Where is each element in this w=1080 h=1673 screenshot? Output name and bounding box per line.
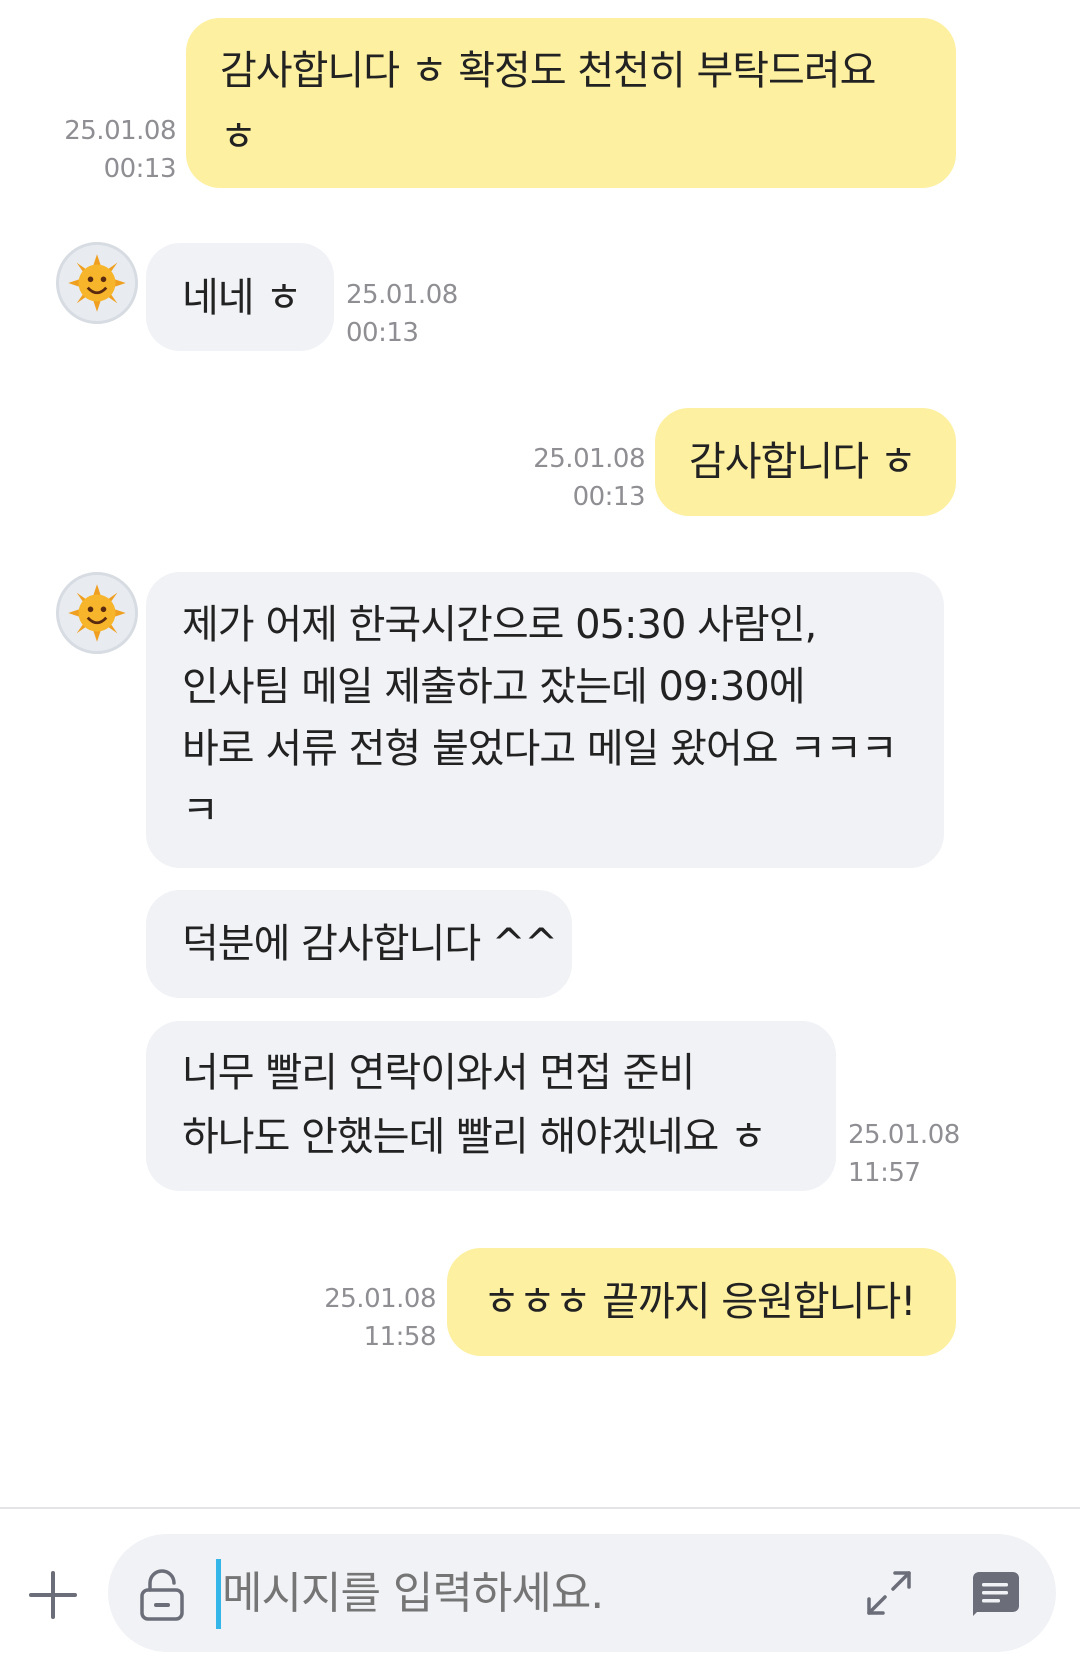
- message-text-line: 감사합니다 ㅎ: [689, 439, 917, 485]
- timestamp-time: 00:13: [572, 482, 646, 512]
- chat-icon[interactable]: [971, 1570, 1021, 1618]
- timestamp-time: 00:13: [346, 318, 419, 348]
- message-text-line: 감사합니다 ㅎ 확정도 천천히 부탁드려요: [220, 48, 876, 94]
- message-composer: [108, 1534, 1056, 1652]
- timestamp-date: 25.01.08: [848, 1120, 960, 1150]
- message-text-line: 바로 서류 전형 붙었다고 메일 왔어요 ㅋㅋㅋ: [182, 726, 898, 772]
- incoming-message-bubble[interactable]: 덕분에 감사합니다 ^^: [146, 890, 572, 998]
- incoming-message-bubble[interactable]: 네네 ㅎ: [146, 243, 334, 351]
- message-input[interactable]: [222, 1554, 782, 1634]
- message-text-line: 제가 어제 한국시간으로 05:30 사람인,: [182, 602, 817, 648]
- incoming-message-bubble[interactable]: 제가 어제 한국시간으로 05:30 사람인, 인사팀 메일 제출하고 잤는데 …: [146, 572, 944, 868]
- plus-icon[interactable]: [26, 1568, 80, 1622]
- message-text-line: 네네 ㅎ: [182, 275, 302, 321]
- outgoing-message-bubble[interactable]: 감사합니다 ㅎ: [655, 408, 956, 516]
- message-text-line: 덕분에 감사합니다 ^^: [182, 921, 558, 967]
- outgoing-message-bubble[interactable]: ㅎㅎㅎ 끝까지 응원합니다!: [447, 1248, 956, 1356]
- message-timestamp: 25.01.08 00:13: [500, 440, 645, 516]
- message-text-line: 너무 빨리 연락이와서 면접 준비: [182, 1050, 695, 1096]
- message-timestamp: 25.01.08 11:57: [848, 1116, 960, 1192]
- timestamp-date: 25.01.08: [346, 280, 458, 310]
- message-text-line: 인사팀 메일 제출하고 잤는데 09:30에: [182, 664, 806, 710]
- timestamp-time: 11:58: [363, 1322, 437, 1352]
- message-text-line: 하나도 안했는데 빨리 해야겠네요 ㅎ: [182, 1114, 767, 1160]
- timestamp-time: 11:57: [848, 1158, 921, 1188]
- timestamp-date: 25.01.08: [324, 1284, 436, 1314]
- text-caret: [216, 1559, 221, 1629]
- timestamp-date: 25.01.08: [64, 116, 176, 146]
- outgoing-message-bubble[interactable]: 감사합니다 ㅎ 확정도 천천히 부탁드려요 ㅎ: [186, 18, 956, 188]
- incoming-message-bubble[interactable]: 너무 빨리 연락이와서 면접 준비 하나도 안했는데 빨리 해야겠네요 ㅎ: [146, 1021, 836, 1191]
- composer-divider: [0, 1507, 1080, 1509]
- message-text-line: ㅎ: [220, 114, 257, 160]
- sun-avatar-icon[interactable]: [56, 242, 138, 324]
- sun-avatar-icon[interactable]: [56, 572, 138, 654]
- message-text-line: ㅋ: [182, 788, 219, 834]
- message-timestamp: 25.01.08 00:13: [40, 112, 176, 188]
- expand-icon[interactable]: [864, 1568, 914, 1618]
- message-timestamp: 25.01.08 11:58: [290, 1280, 436, 1356]
- message-timestamp: 25.01.08 00:13: [346, 276, 458, 352]
- lock-icon[interactable]: [138, 1568, 186, 1622]
- message-text-line: ㅎㅎㅎ 끝까지 응원합니다!: [483, 1279, 916, 1325]
- timestamp-date: 25.01.08: [533, 444, 645, 474]
- timestamp-time: 00:13: [103, 154, 177, 184]
